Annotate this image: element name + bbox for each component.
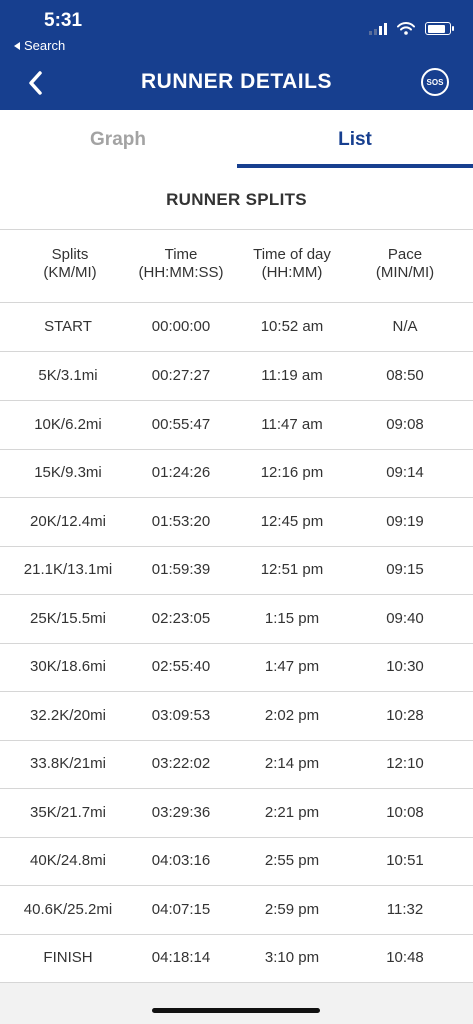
tab-list[interactable]: List bbox=[237, 110, 473, 170]
pace-cell: 10:08 bbox=[386, 804, 424, 821]
column-header-pace: Pace (MIN/MI) bbox=[338, 246, 472, 282]
table-row: 40K/24.8mi 04:03:16 2:55 pm 10:51 bbox=[0, 837, 473, 886]
pace-cell: N/A bbox=[392, 318, 418, 335]
wifi-icon bbox=[397, 22, 415, 35]
table-row: 21.1K/13.1mi 01:59:39 12:51 pm 09:15 bbox=[0, 546, 473, 595]
pace-cell: 10:30 bbox=[386, 658, 424, 675]
tab-graph[interactable]: Graph bbox=[0, 110, 236, 170]
back-to-search-link[interactable]: Search bbox=[14, 38, 65, 53]
pace-cell: 11:32 bbox=[386, 901, 424, 918]
pace-cell: 10:48 bbox=[386, 949, 424, 966]
pace-cell: 08:50 bbox=[386, 367, 424, 384]
status-icons bbox=[369, 22, 454, 35]
bottom-bar bbox=[0, 983, 473, 1024]
column-header-unit: (MIN/MI) bbox=[375, 264, 435, 281]
table-row: FINISH 04:18:14 3:10 pm 10:48 bbox=[0, 934, 473, 983]
table-row: START 00:00:00 10:52 am N/A bbox=[0, 303, 473, 352]
pace-cell: 09:08 bbox=[386, 416, 424, 433]
section-title: RUNNER SPLITS bbox=[166, 190, 307, 209]
table-row: 35K/21.7mi 03:29:36 2:21 pm 10:08 bbox=[0, 789, 473, 838]
table-row: 10K/6.2mi 00:55:47 11:47 am 09:08 bbox=[0, 401, 473, 450]
sos-icon: SOS bbox=[426, 77, 444, 87]
page-title: RUNNER DETAILS bbox=[141, 70, 332, 93]
table-row: 25K/15.5mi 02:23:05 1:15 pm 09:40 bbox=[0, 595, 473, 644]
pace-cell: 09:15 bbox=[386, 561, 424, 578]
back-to-search-label: Search bbox=[24, 38, 66, 53]
table-row: 40.6K/25.2mi 04:07:15 2:59 pm 11:32 bbox=[0, 886, 473, 935]
table-row: 20K/12.4mi 01:53:20 12:45 pm 09:19 bbox=[0, 498, 473, 547]
pace-cell: 09:19 bbox=[386, 513, 424, 530]
table-row: 33.8K/21mi 03:22:02 2:14 pm 12:10 bbox=[0, 740, 473, 789]
pace-cell: 10:28 bbox=[386, 707, 424, 724]
battery-icon bbox=[425, 22, 454, 35]
active-tab-indicator bbox=[237, 164, 473, 168]
status-time: 5:31 bbox=[44, 10, 83, 31]
pace-cell: 09:14 bbox=[386, 464, 424, 481]
pace-cell: 09:40 bbox=[386, 610, 424, 627]
back-triangle-icon bbox=[14, 41, 20, 50]
table-row: 32.2K/20mi 03:09:53 2:02 pm 10:28 bbox=[0, 692, 473, 741]
column-header-line: Pace bbox=[387, 246, 423, 263]
home-indicator[interactable] bbox=[152, 1008, 320, 1013]
sos-button[interactable]: SOS bbox=[421, 68, 449, 96]
table-row: 5K/3.1mi 00:27:27 11:19 am 08:50 bbox=[0, 352, 473, 401]
pace-cell: 12:10 bbox=[386, 755, 424, 772]
view-tabs: Graph List bbox=[0, 110, 473, 170]
app-header: 5:31 Search RUNNER DETAILS SOS bbox=[0, 0, 473, 110]
table-row: 15K/9.3mi 01:24:26 12:16 pm 09:14 bbox=[0, 449, 473, 498]
pace-cell: 10:51 bbox=[386, 852, 424, 869]
table-row: 30K/18.6mi 02:55:40 1:47 pm 10:30 bbox=[0, 643, 473, 692]
signal-icon bbox=[369, 22, 387, 35]
divider bbox=[0, 229, 473, 230]
